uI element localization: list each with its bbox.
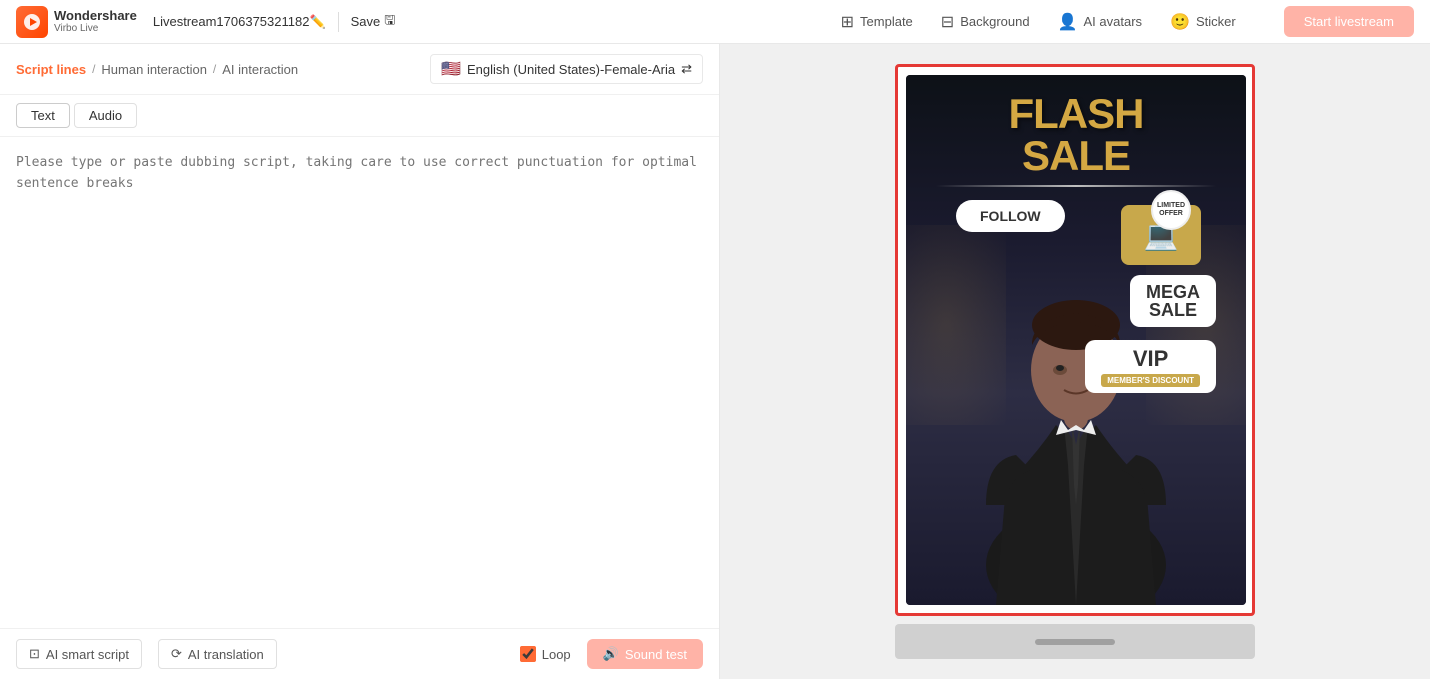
bottom-action-bar: ⊡ AI smart script ⟳ AI translation Loop … xyxy=(0,628,719,679)
preview-scroll-area[interactable] xyxy=(895,624,1255,659)
scroll-indicator xyxy=(1035,639,1115,645)
tab-audio[interactable]: Audio xyxy=(74,103,137,128)
logo-brand: Wondershare xyxy=(54,9,137,23)
template-icon: ⊞ xyxy=(841,12,854,32)
limited-offer-badge: LIMITED OFFER xyxy=(1151,190,1191,230)
app-logo: Wondershare Virbo Live xyxy=(16,6,137,38)
save-label: Save xyxy=(351,14,381,29)
sticker-icon: 🙂 xyxy=(1170,12,1190,32)
flag-icon: 🇺🇸 xyxy=(441,59,461,79)
nav-ai-avatars[interactable]: 👤 AI avatars xyxy=(1058,12,1142,32)
flash-sale-title: FLASH SALE xyxy=(1009,93,1144,177)
ai-avatars-label: AI avatars xyxy=(1084,14,1143,29)
language-selector[interactable]: 🇺🇸 English (United States)-Female-Aria ⇄ xyxy=(430,54,703,84)
script-textarea[interactable] xyxy=(0,137,719,628)
mega-sale-badge: MEGA SALE xyxy=(1130,275,1216,327)
human-interaction-tab[interactable]: Human interaction xyxy=(101,62,207,77)
sale-badge-text: SALE xyxy=(1146,301,1200,319)
sale-text: SALE xyxy=(1009,135,1144,177)
flash-text: FLASH xyxy=(1009,93,1144,135)
badge-text: LIMITED OFFER xyxy=(1153,202,1189,217)
nav-sticker[interactable]: 🙂 Sticker xyxy=(1170,12,1236,32)
script-header: Script lines / Human interaction / AI in… xyxy=(0,44,719,95)
sound-test-button[interactable]: 🔊 Sound test xyxy=(587,639,703,669)
ai-smart-script-button[interactable]: ⊡ AI smart script xyxy=(16,639,142,669)
main-content: Script lines / Human interaction / AI in… xyxy=(0,44,1430,679)
sticker-label: Sticker xyxy=(1196,14,1236,29)
right-panel: FLASH SALE FOLLOW LIMITED OFFER xyxy=(720,44,1430,679)
mega-text: MEGA xyxy=(1146,283,1200,301)
ai-smart-script-icon: ⊡ xyxy=(29,646,40,662)
ai-avatars-icon: 👤 xyxy=(1058,12,1078,32)
loop-area: Loop xyxy=(520,646,571,662)
edit-title-icon[interactable]: ✏️ xyxy=(309,14,325,30)
logo-text-block: Wondershare Virbo Live xyxy=(54,9,137,34)
follow-button: FOLLOW xyxy=(956,200,1065,232)
logo-icon xyxy=(16,6,48,38)
nav-background[interactable]: ⊟ Background xyxy=(941,12,1030,32)
start-livestream-button[interactable]: Start livestream xyxy=(1284,6,1414,37)
topbar: Wondershare Virbo Live Livestream1706375… xyxy=(0,0,1430,44)
ai-translation-icon: ⟳ xyxy=(171,646,182,662)
sound-test-label: Sound test xyxy=(625,647,687,662)
language-label: English (United States)-Female-Aria xyxy=(467,62,675,77)
divider-line xyxy=(936,185,1216,187)
divider xyxy=(338,12,339,32)
vip-badge: VIP MEMBER'S DISCOUNT xyxy=(1085,340,1216,393)
logo-product: Virbo Live xyxy=(54,23,137,34)
top-navigation: ⊞ Template ⊟ Background 👤 AI avatars 🙂 S… xyxy=(841,6,1414,37)
tab-row: Text Audio xyxy=(0,95,719,137)
save-button[interactable]: Save 🖫 xyxy=(351,11,396,33)
vip-text: VIP xyxy=(1101,346,1200,372)
breadcrumb-sep-1: / xyxy=(92,62,95,76)
members-text: MEMBER'S DISCOUNT xyxy=(1101,374,1200,387)
save-icon: 🖫 xyxy=(384,11,395,33)
loop-label: Loop xyxy=(542,647,571,662)
script-lines-tab[interactable]: Script lines xyxy=(16,62,86,77)
preview-background: FLASH SALE FOLLOW LIMITED OFFER xyxy=(906,75,1246,605)
ai-interaction-tab[interactable]: AI interaction xyxy=(222,62,298,77)
breadcrumb-sep-2: / xyxy=(213,62,216,76)
tab-text[interactable]: Text xyxy=(16,103,70,128)
preview-container: FLASH SALE FOLLOW LIMITED OFFER xyxy=(895,64,1255,616)
ai-translation-button[interactable]: ⟳ AI translation xyxy=(158,639,277,669)
ai-smart-script-label: AI smart script xyxy=(46,647,129,662)
swap-icon: ⇄ xyxy=(681,61,692,77)
preview-canvas: FLASH SALE FOLLOW LIMITED OFFER xyxy=(906,75,1246,605)
follow-label: FOLLOW xyxy=(980,208,1041,224)
nav-template[interactable]: ⊞ Template xyxy=(841,12,913,32)
left-panel: Script lines / Human interaction / AI in… xyxy=(0,44,720,679)
background-label: Background xyxy=(960,14,1029,29)
project-title: Livestream1706375321182 xyxy=(153,14,310,29)
loop-checkbox[interactable] xyxy=(520,646,536,662)
ai-translation-label: AI translation xyxy=(188,647,264,662)
sound-icon: 🔊 xyxy=(603,646,619,662)
template-label: Template xyxy=(860,14,913,29)
background-icon: ⊟ xyxy=(941,12,954,32)
